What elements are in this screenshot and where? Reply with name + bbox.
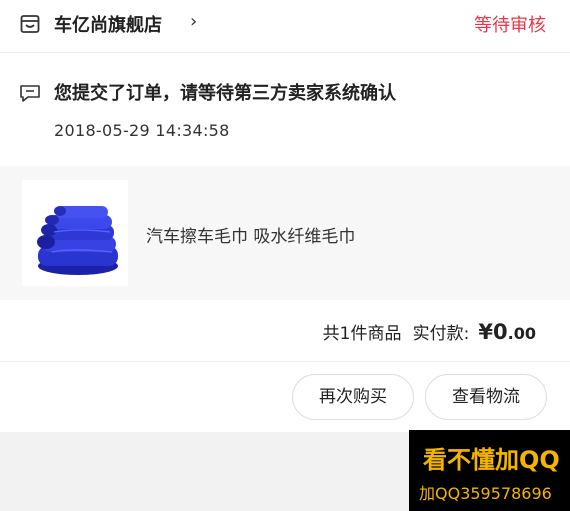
item-count: 共1件商品 <box>322 324 402 344</box>
amount-integer: 0 <box>493 320 508 344</box>
product-item[interactable]: 汽车擦车毛巾 吸水纤维毛巾 <box>0 166 570 300</box>
order-notice: 您提交了订单，请等待第三方卖家系统确认 <box>54 83 396 104</box>
rebuy-button[interactable]: 再次购买 <box>292 374 414 420</box>
order-card: 车亿尚旗舰店 › 等待审核 您提交了订单，请等待第三方卖家系统确认 2018-0… <box>0 0 570 432</box>
blue-towels-image <box>37 206 118 275</box>
divider <box>0 52 570 53</box>
store-header[interactable]: 车亿尚旗舰店 › 等待审核 <box>0 0 570 52</box>
divider <box>0 361 570 362</box>
paid-label: 实付款: <box>412 324 470 344</box>
watermark: 看不懂加QQ 加QQ359578696 <box>409 430 570 511</box>
view-logistics-button[interactable]: 查看物流 <box>425 374 547 420</box>
chevron-right-icon[interactable]: › <box>190 11 197 32</box>
product-name[interactable]: 汽车擦车毛巾 吸水纤维毛巾 <box>146 222 355 247</box>
order-status: 等待审核 <box>474 15 546 36</box>
product-image[interactable] <box>22 180 128 286</box>
currency-symbol: ¥ <box>478 320 494 344</box>
message-icon <box>20 85 40 102</box>
store-icon <box>20 15 40 33</box>
amount-decimal: .00 <box>507 324 536 343</box>
order-time: 2018-05-29 14:34:58 <box>54 121 230 140</box>
watermark-title: 看不懂加QQ <box>423 446 560 474</box>
store-name[interactable]: 车亿尚旗舰店 <box>54 11 162 37</box>
order-total: 共1件商品 实付款: ¥0.00 <box>323 319 536 344</box>
watermark-contact: 加QQ359578696 <box>419 484 552 503</box>
